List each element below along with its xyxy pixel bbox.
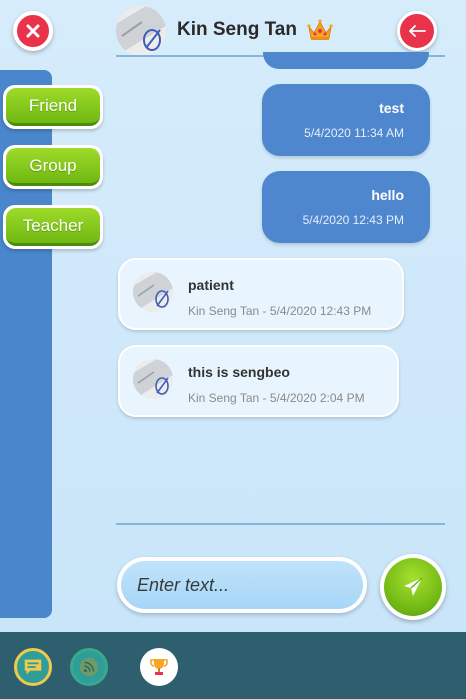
trophy-icon bbox=[150, 659, 168, 675]
send-button[interactable] bbox=[380, 554, 446, 620]
message-time: 5/4/2020 12:43 PM bbox=[302, 213, 404, 227]
send-icon bbox=[404, 577, 423, 596]
message-meta: Kin Seng Tan - 5/4/2020 2:04 PM bbox=[188, 391, 365, 405]
message-text: patient bbox=[188, 277, 234, 293]
chat-button[interactable] bbox=[14, 648, 52, 686]
contact-avatar bbox=[116, 6, 166, 56]
contact-name: Kin Seng Tan bbox=[177, 19, 297, 40]
message-text: hello bbox=[371, 187, 404, 203]
sidebar-item-label: Group bbox=[6, 148, 100, 186]
outgoing-message: hello 5/4/2020 12:43 PM bbox=[262, 171, 430, 243]
feed-button[interactable] bbox=[70, 648, 108, 686]
composer-divider bbox=[116, 523, 445, 525]
sender-avatar bbox=[133, 359, 173, 399]
message-meta: Kin Seng Tan - 5/4/2020 12:43 PM bbox=[188, 304, 372, 318]
arrow-left-icon bbox=[409, 25, 426, 37]
outgoing-message: test 5/4/2020 11:34 AM bbox=[262, 84, 430, 156]
back-button[interactable] bbox=[397, 11, 437, 51]
message-bubble-partial bbox=[263, 52, 429, 69]
trophy-button[interactable] bbox=[140, 648, 178, 686]
sidebar-item-label: Teacher bbox=[6, 208, 100, 246]
message-time: 5/4/2020 11:34 AM bbox=[304, 126, 404, 140]
close-button[interactable] bbox=[13, 11, 53, 51]
sender-avatar bbox=[133, 272, 173, 312]
message-text: this is sengbeo bbox=[188, 364, 290, 380]
sidebar-item-label: Friend bbox=[6, 88, 100, 126]
incoming-message: this is sengbeo Kin Seng Tan - 5/4/2020 … bbox=[118, 345, 399, 417]
sidebar-item-group[interactable]: Group bbox=[3, 145, 103, 189]
feed-icon bbox=[79, 657, 99, 677]
message-input[interactable] bbox=[121, 561, 363, 609]
sidebar-item-teacher[interactable]: Teacher bbox=[3, 205, 103, 249]
message-text: test bbox=[379, 100, 404, 116]
message-input-container bbox=[117, 557, 367, 613]
chat-icon bbox=[24, 659, 42, 675]
sidebar-item-friend[interactable]: Friend bbox=[3, 85, 103, 129]
crown-icon bbox=[307, 19, 333, 40]
close-icon bbox=[26, 24, 40, 38]
incoming-message: patient Kin Seng Tan - 5/4/2020 12:43 PM bbox=[118, 258, 404, 330]
